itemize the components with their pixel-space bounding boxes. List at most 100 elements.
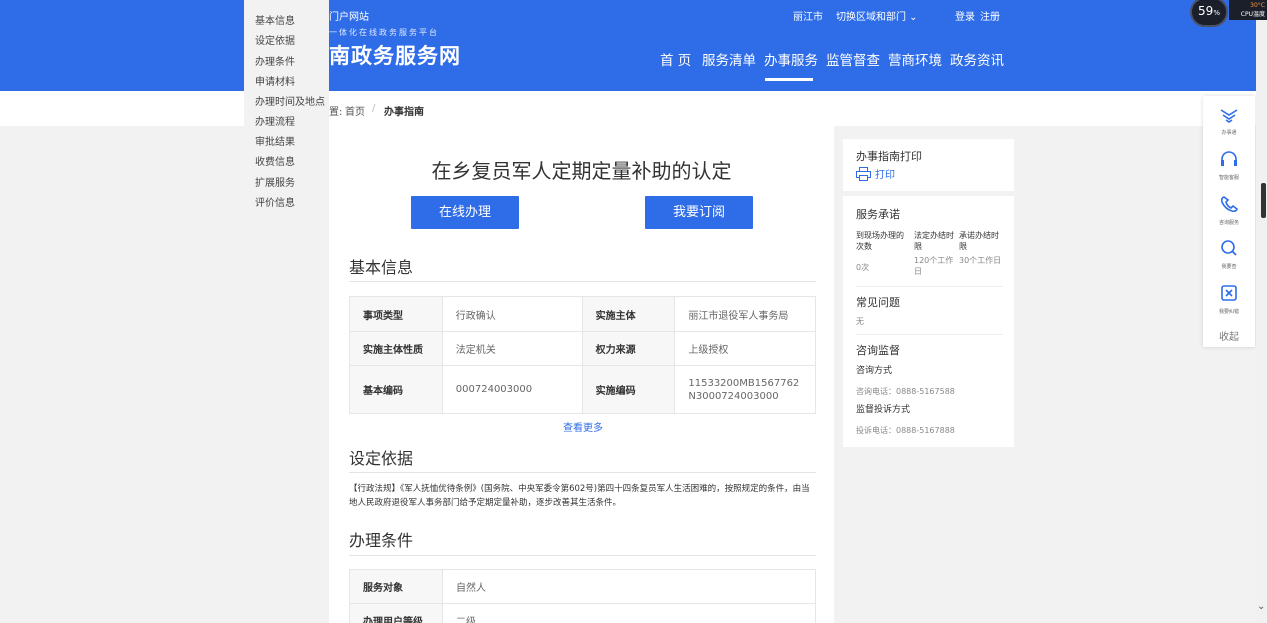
toolbar-label-service-pass: 办事通 bbox=[1221, 130, 1237, 136]
scrollbar[interactable] bbox=[1256, 0, 1267, 623]
complaint-phone: 投诉电话：0888-5167888 bbox=[856, 426, 955, 435]
breadcrumb-separator: / bbox=[372, 103, 376, 114]
toolbar-collapse-button[interactable]: 收起 bbox=[1203, 328, 1255, 343]
side-item-result[interactable]: 审批结果 bbox=[255, 133, 295, 148]
site-tagline: 一体化在线政务服务平台 bbox=[329, 28, 439, 37]
nav-business-env[interactable]: 营商环境 bbox=[888, 49, 942, 69]
side-item-conditions[interactable]: 办理条件 bbox=[255, 53, 295, 68]
see-more-link[interactable]: 查看更多 bbox=[563, 419, 603, 434]
page-title: 在乡复员军人定期定量补助的认定 bbox=[431, 159, 732, 183]
header-bar bbox=[0, 0, 1256, 91]
side-item-fees[interactable]: 收费信息 bbox=[255, 153, 295, 168]
chevron-down-icon[interactable]: ⌄ bbox=[1257, 601, 1265, 612]
table-row: 事项类型 行政确认 实施主体 丽江市退役军人事务局 bbox=[349, 296, 816, 332]
panel-divider bbox=[856, 334, 1003, 335]
cpu-usage-unit: % bbox=[1213, 9, 1220, 17]
table-key: 办理用户等级 bbox=[349, 603, 443, 623]
basic-info-table: 事项类型 行政确认 实施主体 丽江市退役军人事务局 实施主体性质 法定机关 权力… bbox=[349, 296, 816, 414]
basic-info-title: 基本信息 bbox=[349, 258, 414, 277]
print-button[interactable]: 打印 bbox=[856, 166, 895, 181]
side-item-extended[interactable]: 扩展服务 bbox=[255, 174, 295, 189]
promise-title: 服务承诺 bbox=[856, 208, 900, 221]
basis-text: 【行政法规】《军人抚恤优待条例》(国务院、中央军委令第602号)第四十四条复员军… bbox=[349, 484, 810, 508]
panel-divider bbox=[856, 286, 1003, 287]
breadcrumb-prefix: 置: bbox=[329, 107, 343, 118]
table-key: 权力来源 bbox=[581, 331, 676, 366]
table-key: 基本编码 bbox=[349, 365, 443, 414]
table-value: 上级授权 bbox=[674, 331, 816, 366]
table-value: 法定机关 bbox=[441, 331, 583, 366]
error-report-icon[interactable] bbox=[1218, 283, 1240, 303]
promise-header-promised: 承诺办结时限 bbox=[959, 231, 999, 251]
promise-value-visits: 0次 bbox=[856, 263, 870, 272]
consult-method-label: 咨询方式 bbox=[856, 366, 893, 376]
nav-supervision[interactable]: 监管督查 bbox=[826, 49, 880, 69]
nav-services[interactable]: 办事服务 bbox=[764, 49, 818, 69]
subscribe-button[interactable]: 我要订阅 bbox=[645, 196, 753, 229]
table-key: 实施编码 bbox=[581, 365, 676, 414]
cpu-usage-value: 59 bbox=[1198, 4, 1214, 18]
table-key: 事项类型 bbox=[349, 296, 443, 332]
print-panel bbox=[843, 139, 1014, 191]
table-value: 二级 bbox=[442, 603, 816, 623]
side-item-time-place[interactable]: 办理时间及地点 bbox=[255, 93, 325, 108]
printer-icon bbox=[856, 166, 871, 181]
table-value: 丽江市退役军人事务局 bbox=[674, 296, 816, 332]
breadcrumb-home[interactable]: 首页 bbox=[345, 103, 365, 118]
cpu-usage-widget: 59% bbox=[1190, 0, 1228, 27]
city-label[interactable]: 丽江市 bbox=[793, 8, 823, 23]
basis-title: 设定依据 bbox=[349, 449, 414, 468]
conditions-table: 服务对象 自然人 办理用户等级 二级 bbox=[349, 569, 816, 623]
promise-header-legal: 法定办结时限 bbox=[914, 231, 954, 251]
cpu-temp-widget: 30°C CPU温度 bbox=[1229, 0, 1267, 20]
print-title: 办事指南打印 bbox=[856, 150, 922, 163]
consult-phone: 咨询电话：0888-5167588 bbox=[856, 387, 955, 396]
toolbar-label-smart-service: 智能客服 bbox=[1218, 175, 1239, 181]
table-row: 办理用户等级 二级 bbox=[349, 603, 816, 623]
promise-header-visits: 到现场办理的次数 bbox=[856, 231, 904, 251]
side-item-evaluation[interactable]: 评价信息 bbox=[255, 194, 295, 209]
headset-icon[interactable] bbox=[1218, 149, 1240, 169]
nav-active-indicator bbox=[765, 78, 813, 81]
side-item-basic-info[interactable]: 基本信息 bbox=[255, 12, 295, 27]
faq-value: 无 bbox=[856, 317, 864, 326]
cpu-temp-value: 30°C bbox=[1250, 2, 1265, 9]
service-pass-icon[interactable] bbox=[1218, 106, 1240, 126]
online-apply-button[interactable]: 在线办理 bbox=[411, 196, 519, 229]
portal-link[interactable]: 门户网站 bbox=[329, 8, 369, 23]
consult-title: 咨询监督 bbox=[856, 344, 900, 357]
side-item-materials[interactable]: 申请材料 bbox=[255, 73, 295, 88]
breadcrumb bbox=[0, 91, 1256, 126]
table-key: 实施主体性质 bbox=[349, 331, 443, 366]
table-row: 服务对象 自然人 bbox=[349, 569, 816, 604]
side-item-basis[interactable]: 设定依据 bbox=[255, 32, 295, 47]
complaint-label: 监督投诉方式 bbox=[856, 405, 911, 415]
toolbar-label-query: 我要查 bbox=[1221, 264, 1237, 270]
toolbar-label-consult: 咨询服务 bbox=[1218, 220, 1239, 226]
table-key: 实施主体 bbox=[581, 296, 676, 332]
table-key: 服务对象 bbox=[349, 569, 443, 604]
nav-home[interactable]: 首 页 bbox=[660, 49, 691, 69]
login-link[interactable]: 登录 bbox=[955, 8, 975, 23]
site-name[interactable]: 南政务服务网 bbox=[329, 40, 461, 70]
switch-region-dropdown[interactable]: 切换区域和部门 ⌄ bbox=[836, 8, 918, 23]
table-value: 自然人 bbox=[442, 569, 816, 604]
search-icon[interactable] bbox=[1218, 238, 1240, 258]
nav-service-list[interactable]: 服务清单 bbox=[702, 49, 756, 69]
cpu-temp-label: CPU温度 bbox=[1240, 11, 1265, 18]
conditions-title: 办理条件 bbox=[349, 531, 414, 550]
register-link[interactable]: 注册 bbox=[980, 8, 1000, 23]
table-value: 行政确认 bbox=[441, 296, 583, 332]
table-value: 000724003000 bbox=[441, 365, 583, 414]
table-row: 实施主体性质 法定机关 权力来源 上级授权 bbox=[349, 331, 816, 366]
table-row: 基本编码 000724003000 实施编码 11533200MB1567762… bbox=[349, 365, 816, 414]
scrollbar-thumb[interactable] bbox=[1261, 183, 1266, 218]
promise-value-promised: 30个工作日 bbox=[959, 256, 1002, 265]
phone-icon[interactable] bbox=[1218, 194, 1240, 214]
section-divider bbox=[349, 472, 816, 473]
faq-title: 常见问题 bbox=[856, 296, 900, 309]
section-divider bbox=[349, 555, 816, 556]
breadcrumb-current: 办事指南 bbox=[384, 107, 424, 118]
nav-news[interactable]: 政务资讯 bbox=[950, 49, 1004, 69]
side-item-process[interactable]: 办理流程 bbox=[255, 113, 295, 128]
